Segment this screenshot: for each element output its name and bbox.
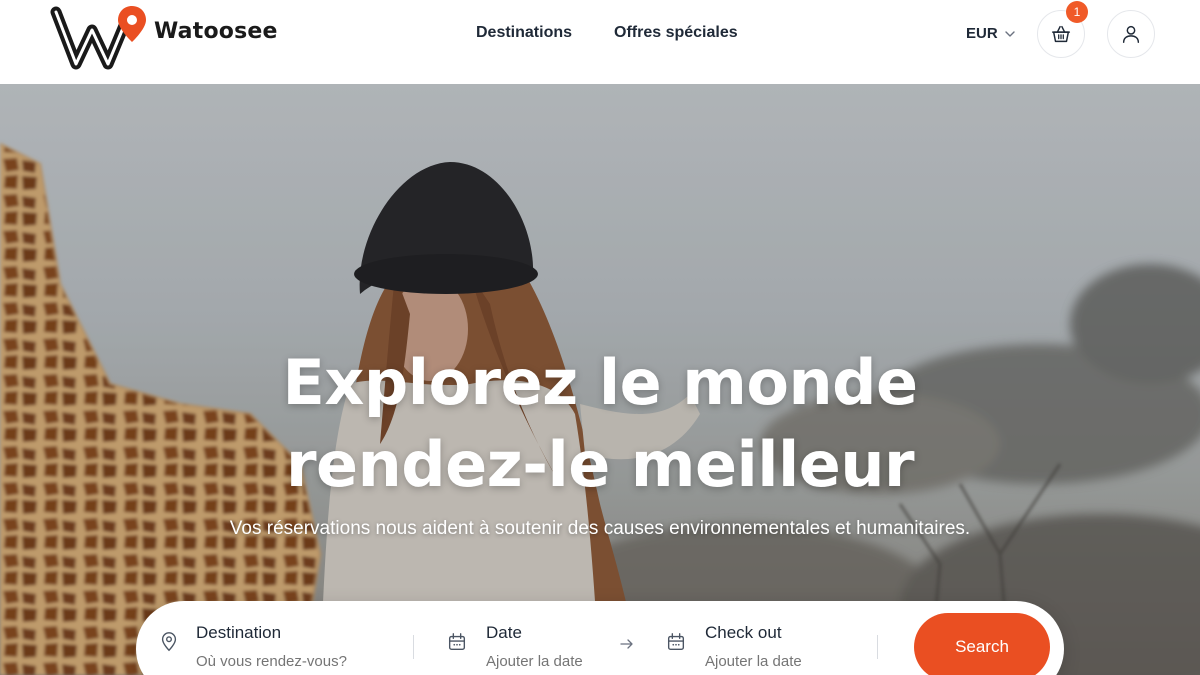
basket-icon — [1052, 25, 1070, 43]
hero-title-line-2: rendez-le meilleur — [285, 428, 915, 501]
logo-mark-icon — [50, 2, 150, 70]
checkout-input[interactable] — [705, 653, 845, 670]
account-button[interactable] — [1107, 10, 1155, 58]
destination-label: Destination — [196, 623, 282, 642]
brand-logo[interactable]: Watoosee — [50, 2, 290, 70]
currency-selector[interactable]: EUR — [966, 25, 1016, 42]
divider — [877, 635, 878, 659]
calendar-icon — [667, 633, 685, 651]
currency-label: EUR — [966, 25, 998, 42]
checkout-label: Check out — [705, 623, 782, 642]
hero-title-line-1: Explorez le monde — [282, 346, 918, 419]
cart-count-badge: 1 — [1066, 1, 1088, 23]
destination-input[interactable] — [196, 653, 386, 670]
search-button[interactable]: Search — [914, 613, 1050, 675]
main-nav: Destinations Offres spéciales — [476, 24, 738, 42]
date-label: Date — [486, 623, 522, 642]
brand-name: Watoosee — [154, 18, 278, 44]
user-icon — [1122, 25, 1140, 43]
date-input[interactable] — [486, 653, 616, 670]
nav-link-destinations[interactable]: Destinations — [476, 24, 572, 42]
chevron-down-icon — [1004, 30, 1015, 37]
hero-subtitle: Vos réservations nous aident à soutenir … — [229, 518, 971, 539]
arrow-right-icon — [620, 639, 633, 649]
calendar-icon — [448, 633, 466, 651]
cart-button[interactable]: 1 — [1037, 1, 1088, 58]
divider — [413, 635, 414, 659]
hero-section: Explorez le monde rendez-le meilleur Vos… — [0, 84, 1200, 675]
site-header: Watoosee Destinations Offres spéciales E… — [0, 0, 1200, 84]
nav-link-offres-speciales[interactable]: Offres spéciales — [614, 24, 738, 42]
hero-title: Explorez le monde rendez-le meilleur — [0, 342, 1200, 506]
map-pin-icon — [161, 632, 177, 652]
booking-search-bar: Destination Date Check out Search — [136, 601, 1064, 675]
